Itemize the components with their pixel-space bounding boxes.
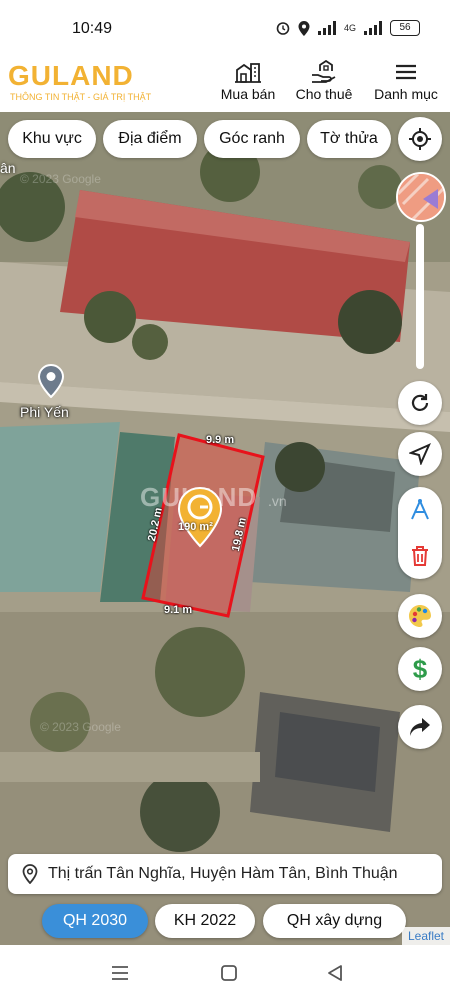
battery-indicator: 56 — [390, 20, 420, 36]
layer-qh-xay-dung[interactable]: QH xây dựng — [263, 904, 406, 938]
layer-kh-2022-label: KH 2022 — [173, 912, 237, 929]
share-icon — [410, 718, 430, 736]
signal-icon — [364, 21, 382, 35]
poi-label: Phi Yến — [20, 404, 69, 420]
status-bar: 10:49 4G 56 — [0, 0, 450, 56]
zoom-slider[interactable] — [416, 224, 424, 369]
system-navigation-bar — [0, 945, 450, 1000]
hand-house-icon — [312, 60, 336, 83]
locate-button[interactable] — [398, 117, 442, 161]
filter-location[interactable]: Địa điểm — [103, 120, 197, 158]
layer-kh-2022[interactable]: KH 2022 — [155, 904, 255, 938]
refresh-button[interactable] — [398, 381, 442, 425]
filter-area-label: Khu vực — [22, 130, 82, 147]
price-icon: $ — [413, 655, 428, 683]
network-type: 4G — [343, 23, 356, 33]
google-watermark: © 2023 Google — [40, 720, 121, 734]
map-label-partial: ân — [0, 160, 16, 176]
nav-rent[interactable]: Cho thuê — [292, 60, 356, 108]
status-time: 10:49 — [72, 20, 113, 37]
logo-text: GULAND — [8, 60, 134, 91]
nav-buy-sell[interactable]: Mua bán — [218, 60, 278, 108]
filter-parcel[interactable]: Tờ thửa — [307, 120, 391, 158]
navigate-icon — [409, 443, 431, 465]
trash-icon — [412, 546, 428, 566]
parcel-area: 190 m² — [178, 521, 213, 533]
layer-qh-xay-dung-label: QH xây dựng — [286, 912, 383, 929]
nav-buy-sell-label: Mua bán — [220, 86, 276, 102]
parcel-edge-bottom: 9.1 m — [164, 604, 193, 616]
status-icons: 4G 56 — [276, 20, 420, 36]
measure-button[interactable] — [398, 487, 442, 533]
nav-categories-label: Danh mục — [374, 86, 438, 102]
palette-icon — [409, 605, 431, 627]
app-header: GULAND THÔNG TIN THẬT - GIÁ TRỊ THẬT Mua… — [0, 56, 450, 112]
nav-categories[interactable]: Danh mục — [370, 60, 442, 108]
building-icon — [235, 63, 261, 83]
google-watermark: © 2023 Google — [20, 172, 101, 186]
share-button[interactable] — [398, 705, 442, 749]
filter-area[interactable]: Khu vực — [8, 120, 96, 158]
navigate-button[interactable] — [398, 432, 442, 476]
address-bar[interactable]: Thị trấn Tân Nghĩa, Huyện Hàm Tân, Bình … — [8, 854, 442, 894]
alarm-icon — [276, 22, 290, 35]
back-icon[interactable] — [326, 964, 344, 982]
filter-location-label: Địa điểm — [118, 130, 182, 147]
guland-watermark-suffix: .vn — [268, 493, 287, 509]
menu-icon — [396, 64, 416, 80]
map-thumbnail-button[interactable] — [396, 172, 446, 222]
filter-corner[interactable]: Góc ranh — [204, 120, 300, 158]
poi-marker-icon[interactable] — [38, 364, 64, 398]
logo-tagline: THÔNG TIN THẬT - GIÁ TRỊ THẬT — [10, 92, 152, 102]
svg-text:$: $ — [413, 655, 428, 683]
locate-icon — [409, 128, 431, 150]
measure-icon — [411, 499, 429, 520]
price-button[interactable]: $ — [398, 647, 442, 691]
home-icon[interactable] — [220, 964, 238, 982]
filter-parcel-label: Tờ thửa — [320, 130, 378, 147]
parcel-edge-top: 9.9 m — [206, 434, 235, 446]
layer-qh-2030-label: QH 2030 — [62, 912, 128, 929]
logo[interactable]: GULAND THÔNG TIN THẬT - GIÁ TRỊ THẬT — [8, 60, 158, 106]
address-text: Thị trấn Tân Nghĩa, Huyện Hàm Tân, Bình … — [48, 865, 398, 882]
delete-button[interactable] — [398, 533, 442, 579]
measure-tool-group — [398, 487, 442, 579]
map-view[interactable]: ân © 2023 Google © 2023 Google Phi Yến G… — [0, 112, 450, 945]
map-pin-icon — [22, 864, 38, 884]
recents-icon[interactable] — [111, 965, 129, 981]
refresh-icon — [411, 394, 429, 411]
location-icon — [298, 20, 310, 36]
signal-icon — [317, 21, 336, 35]
layer-qh-2030[interactable]: QH 2030 — [42, 904, 148, 938]
filter-corner-label: Góc ranh — [219, 130, 285, 147]
nav-rent-label: Cho thuê — [295, 86, 353, 102]
leaflet-attribution[interactable]: Leaflet — [401, 927, 450, 945]
palette-button[interactable] — [398, 594, 442, 638]
parcel-marker-icon[interactable] — [176, 486, 224, 548]
satellite-imagery — [0, 112, 450, 945]
